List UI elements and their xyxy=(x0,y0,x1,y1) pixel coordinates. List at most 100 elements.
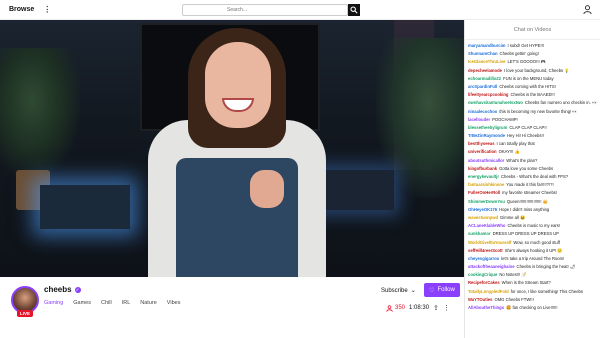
chat-message: WaYTOuties OMG Cheebs FTW!!! xyxy=(468,296,597,304)
chat-text: let's take a trip Around The Room! xyxy=(501,255,565,261)
chat-username[interactable]: ShunnamChan xyxy=(468,51,498,56)
chat-text: Cheebs coming with the HITS! xyxy=(499,83,556,89)
tag-irl[interactable]: IRL xyxy=(122,300,131,306)
channel-name[interactable]: cheebs xyxy=(44,285,72,294)
chat-username[interactable]: wavestunnpwd xyxy=(468,215,498,220)
share-icon[interactable]: ⇪ xyxy=(433,304,439,312)
chat-text: Gotta love you some Cheebs xyxy=(499,165,554,171)
chat-username[interactable]: attackoftheaaneighaine xyxy=(468,264,515,269)
chat-messages: maryamandburcim I subd! Get HYPE!!! Shunna… xyxy=(465,40,600,314)
chat-message: TrBeZinRaymonde Hey Hi! Hi Cheebs!! xyxy=(468,132,597,140)
chat-username[interactable]: fantuarsinhkinone xyxy=(468,182,504,187)
chat-text: LET'S GOOOO!!! 🎮 xyxy=(507,59,547,65)
chat-message: blessetheebyligrum CLAP CLAP CLAP!! xyxy=(468,124,597,132)
search-button[interactable] xyxy=(348,4,360,16)
chat-username[interactable]: RecipeforCakes xyxy=(468,280,500,285)
browse-link[interactable]: Browse xyxy=(9,6,34,13)
chat-message: energykevaultjr Cheebs - What's the deal … xyxy=(468,173,597,181)
chat-username[interactable]: cookingCrique xyxy=(468,272,497,277)
chat-username[interactable]: WaYTOuties xyxy=(468,297,492,302)
chat-username[interactable]: ACLaneKlableWho xyxy=(468,223,505,228)
chat-username[interactable]: blessetheebyligrum xyxy=(468,125,507,130)
chat-username[interactable]: echoarmadillo22 xyxy=(468,76,501,81)
chat-username[interactable]: bestthyseeas xyxy=(468,141,495,146)
search-input[interactable] xyxy=(182,4,348,16)
chat-username[interactable]: lifeeityearcpcooking xyxy=(468,92,509,97)
video-plant-left xyxy=(0,48,80,178)
chevron-down-icon: ⌄ xyxy=(410,288,416,294)
chat-username[interactable]: AllAboutheThings xyxy=(468,305,504,310)
streamer-hands xyxy=(250,170,284,208)
chat-username[interactable]: ShimmerDownYou xyxy=(468,199,505,204)
chat-username[interactable]: OhHeyeOK176 xyxy=(468,207,497,212)
chat-text: Hope I didn't miss anything xyxy=(499,206,550,212)
chat-text: Cheebs is music to my ears! xyxy=(507,223,561,229)
search-icon xyxy=(350,6,358,14)
stream-info-bar: LIVE cheebs ✓ Gaming Games Chill IRL Nat… xyxy=(0,277,464,338)
chat-username[interactable]: TrBeZinRaymonde xyxy=(468,133,505,138)
chat-username[interactable]: IceGlanceThruLive xyxy=(468,59,505,64)
chat-username[interactable]: arcSpardinFull xyxy=(468,84,497,89)
chat-username[interactable]: kingofburbank xyxy=(468,166,497,171)
tag-gaming[interactable]: Gaming xyxy=(44,300,63,306)
tag-vibes[interactable]: Vibes xyxy=(167,300,181,306)
chat-message: bestthyseeas I can totally play that xyxy=(468,140,597,148)
subscribe-button[interactable]: Subscribe ⌄ xyxy=(381,287,416,295)
chat-message: cheyesgigarroo let's take a trip Around T… xyxy=(468,255,597,263)
chat-message: wavestunnpwd Gimme all 😆 xyxy=(468,214,597,222)
stream-stats: 350 1:08:30 ⇪ ⋮ xyxy=(386,304,450,312)
chat-text: this is becoming my new favorite thing! … xyxy=(499,108,578,114)
chat-username[interactable]: ninaalecochoo xyxy=(468,109,497,114)
chat-text: She's always hooking it UP! 🙂 xyxy=(504,247,563,253)
follow-label: Follow xyxy=(437,287,455,293)
chat-message: echoarmadillo22 FUN is on the MENU today xyxy=(468,75,597,83)
chat-username[interactable]: univerification xyxy=(468,149,497,154)
chat-text: I subd! Get HYPE!!! xyxy=(507,43,545,48)
chat-text: OMG Cheebs FTW!!! xyxy=(494,296,534,302)
chat-message: ShimmerDownYou Queen!!!!!!!!!!!!!!!!!!! 👑 xyxy=(468,198,597,206)
chat-text: You made it this far!!!!?!?! xyxy=(506,182,554,188)
chat-text: Queen!!!!!!!!!!!!!!!!!!! 👑 xyxy=(506,198,548,204)
chat-username[interactable]: FullerOnHerRoll xyxy=(468,190,500,195)
heart-icon: ♡ xyxy=(429,287,435,294)
chat-text: 🍔 fan checking on Live!!!!!! xyxy=(506,305,558,310)
tag-chill[interactable]: Chill xyxy=(101,300,112,306)
chat-message: aboutsuthmicallor What's the plan? xyxy=(468,157,597,165)
follow-button[interactable]: ♡ Follow xyxy=(424,283,460,297)
video-player[interactable] xyxy=(0,20,464,277)
chat-message: ACLaneKlableWho Cheebs is music to my ear… xyxy=(468,222,597,230)
chat-title: Chat on Videos xyxy=(465,20,600,40)
chat-message: ninaalecochoo this is becoming my new fav… xyxy=(468,108,597,116)
chat-username[interactable]: sunkhamor xyxy=(468,231,491,236)
chat-message: kingofburbank Gotta love you some Cheebs xyxy=(468,165,597,173)
chat-username[interactable]: cheyesgigarroo xyxy=(468,256,499,261)
chat-text: DRESS UP DRESS UP DRESS UP xyxy=(492,231,559,237)
chat-username[interactable]: energykevaultjr xyxy=(468,174,499,179)
chat-message: RecipeforCakes When is the Stream Start? xyxy=(468,279,597,287)
chat-text: for once, I like something! This Cheebs xyxy=(510,288,583,294)
chat-username[interactable]: ownhavsitantunahoetsxtwo xyxy=(468,100,523,105)
tag-nature[interactable]: Nature xyxy=(140,300,157,306)
chat-text: What's the plan? xyxy=(506,157,538,163)
chat-text: my favorite streamer Cheebs! xyxy=(502,190,558,196)
tag-games[interactable]: Games xyxy=(73,300,91,306)
more-options-icon[interactable]: ⋮ xyxy=(443,304,450,312)
more-menu-icon[interactable]: ⋮ xyxy=(43,5,51,14)
chat-username[interactable]: lacellouder xyxy=(468,117,490,122)
chat-username[interactable]: TotallyLnnypledFold xyxy=(468,289,509,294)
chat-message: fantuarsinhkinone You made it this far!!!… xyxy=(468,181,597,189)
streamer-face xyxy=(205,42,271,128)
chat-message: OhHeyeOK176 Hope I didn't miss anything xyxy=(468,206,597,214)
chat-text: Cheebs gettin' going! xyxy=(499,51,539,57)
chat-message: AllAboutheThings 🍔 fan checking on Live!!… xyxy=(468,304,597,312)
chat-username[interactable]: depecheelamode xyxy=(468,68,502,73)
chat-username[interactable]: seffHill4reerScott xyxy=(468,248,503,253)
user-profile-icon[interactable] xyxy=(583,5,592,15)
chat-username[interactable]: maryamandburcim xyxy=(468,43,505,48)
chat-text: When is the Stream Start? xyxy=(501,280,551,286)
verified-icon: ✓ xyxy=(74,286,81,293)
chat-text: OKAY!!! 👍 xyxy=(498,149,520,155)
chat-username[interactable]: aboutsuthmicallor xyxy=(468,158,504,163)
chat-username[interactable]: WorldGiveltlaYourself xyxy=(468,240,511,245)
chat-text: Cheebs is bringing the heat! 🌶 xyxy=(516,264,576,270)
